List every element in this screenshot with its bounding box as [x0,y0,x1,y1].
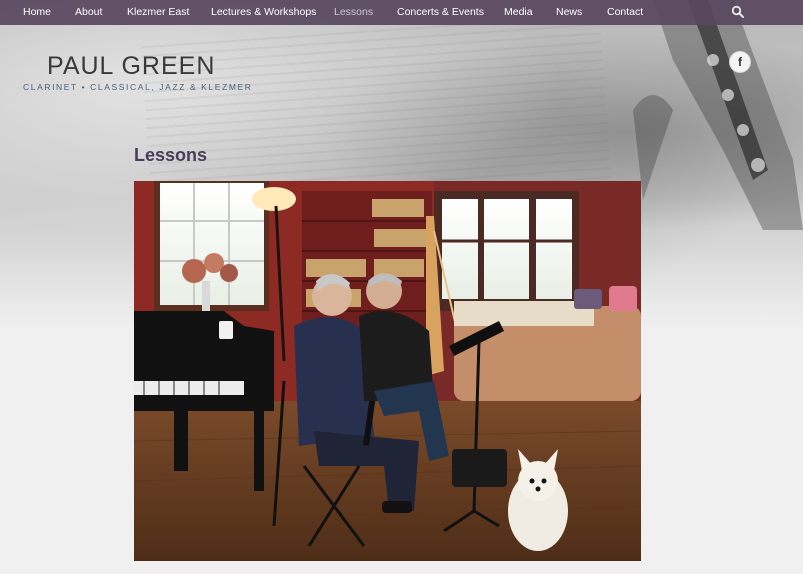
page-title: Lessons [134,145,208,165]
facebook-glyph: f [738,55,742,69]
nav-item-about[interactable]: About [75,0,102,25]
saxophone-background-image [613,0,803,230]
facebook-icon[interactable]: f [729,51,751,73]
nav-item-klezmer-east[interactable]: Klezmer East [127,0,189,25]
nav-item-lessons[interactable]: Lessons [334,0,373,25]
site-title[interactable]: PAUL GREEN [47,52,215,81]
site-tagline: CLARINET • CLASSICAL, JAZZ & KLEZMER [23,82,253,92]
search-icon[interactable] [731,5,745,19]
nav-item-contact[interactable]: Contact [607,0,643,25]
nav-item-concerts-events[interactable]: Concerts & Events [397,0,484,25]
nav-item-lectures-workshops[interactable]: Lectures & Workshops [211,0,316,25]
lesson-photo [134,181,641,561]
nav-item-news[interactable]: News [556,0,582,25]
nav-item-home[interactable]: Home [23,0,51,25]
main-navigation: Home About Klezmer East Lectures & Works… [0,0,803,25]
nav-item-media[interactable]: Media [504,0,533,25]
